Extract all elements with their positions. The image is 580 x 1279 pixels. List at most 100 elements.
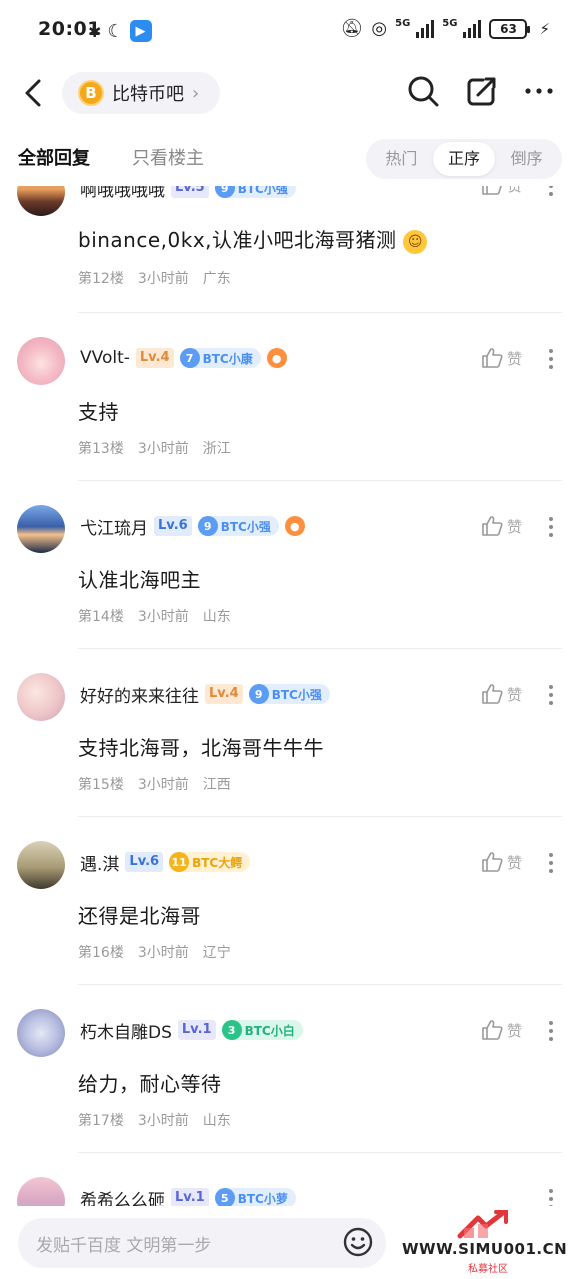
user-avatar[interactable] — [17, 673, 65, 721]
sort-segmented-control: 热门 正序 倒序 — [366, 139, 562, 179]
like-button[interactable]: 赞 — [481, 683, 522, 705]
like-button[interactable]: 赞 — [481, 851, 522, 873]
level-badge: Lv.6 — [154, 516, 192, 536]
level-badge: Lv.6 — [125, 852, 164, 872]
moon-icon: ☾ — [107, 20, 124, 42]
reply-location: 江西 — [202, 777, 231, 793]
reply-time: 3小时前 — [137, 271, 189, 287]
thumbs-up-icon — [482, 1020, 503, 1040]
username[interactable]: 希希么么砸 — [80, 1186, 165, 1207]
reply-time: 3小时前 — [137, 945, 189, 961]
reply-location: 浙江 — [202, 441, 231, 457]
level-badge: Lv.4 — [205, 684, 243, 704]
network-5g-label: 5G — [395, 18, 411, 29]
reply-meta: 第13楼 3小时前 浙江 — [78, 438, 231, 458]
tab-all-replies[interactable]: 全部回复 — [18, 144, 90, 170]
username[interactable]: 好好的来来往往 — [80, 682, 199, 707]
app-notification-icon: ▶ — [129, 20, 152, 42]
grin-emoji-icon: ☺ — [403, 229, 428, 254]
sort-descending-option[interactable]: 倒序 — [495, 142, 558, 176]
like-button[interactable]: 赞 — [481, 515, 522, 537]
reply-time: 3小时前 — [137, 777, 189, 793]
tab-op-only[interactable]: 只看楼主 — [132, 144, 204, 170]
reply-more-icon[interactable] — [546, 853, 556, 873]
charging-icon: ⚡︎ — [539, 19, 550, 38]
rank-badge: 5 BTC小萝 — [214, 1188, 296, 1206]
rank-badge: 3 BTC小白 — [221, 1020, 303, 1040]
status-left-icons: ✱ ☾ ▶ — [88, 20, 152, 42]
reply-time: 3小时前 — [137, 609, 189, 625]
floor-number: 第15楼 — [78, 777, 124, 793]
like-label: 赞 — [506, 517, 522, 536]
rank-badge: 11 BTC大鳄 — [169, 852, 251, 872]
like-label: 赞 — [506, 1021, 522, 1040]
user-avatar[interactable] — [17, 505, 65, 553]
thumbs-up-icon — [482, 684, 503, 704]
rank-badge: 9 BTC小强 — [214, 186, 296, 198]
forum-name: 比特币吧 — [112, 84, 184, 105]
username[interactable]: 弋江琉月 — [80, 514, 148, 539]
sort-ascending-option[interactable]: 正序 — [432, 142, 496, 176]
signal-icon-2 — [463, 19, 482, 38]
user-avatar[interactable] — [17, 841, 65, 889]
reply-more-icon[interactable] — [546, 349, 556, 369]
reply-more-icon[interactable] — [546, 186, 556, 196]
reply-item: 遇.淇 Lv.6 11 BTC大鳄 赞 还得是北海哥 第16楼 3小时前 辽宁 — [0, 817, 580, 985]
share-icon[interactable] — [466, 75, 498, 107]
status-right-icons: 🔕︎ ◎ 5G 5G 63 ⚡︎ — [341, 18, 550, 39]
reply-more-icon[interactable] — [546, 685, 556, 705]
reply-content: 给力，耐心等待 — [78, 1072, 222, 1096]
floor-number: 第17楼 — [78, 1113, 124, 1129]
like-button[interactable]: 赞 — [481, 186, 522, 196]
reply-item: 啊哦哦哦哦 Lv.5 9BTC小强 赞 binance,0kx,认准小吧北海哥猪… — [0, 186, 580, 313]
comment-input[interactable]: 发贴千百度 文明第一步 — [18, 1218, 386, 1268]
reply-content: 支持 — [78, 400, 119, 424]
floor-number: 第14楼 — [78, 609, 124, 625]
username[interactable]: 遇.淇 — [80, 850, 119, 875]
user-info-row: 遇.淇 Lv.6 11 BTC大鳄 — [80, 850, 251, 875]
search-icon[interactable] — [406, 74, 440, 108]
reply-meta: 第15楼 3小时前 江西 — [78, 774, 231, 794]
reply-content: 认准北海吧主 — [78, 568, 201, 592]
like-button[interactable]: 赞 — [481, 347, 522, 369]
sort-hot-option[interactable]: 热门 — [370, 142, 433, 176]
reply-time: 3小时前 — [137, 1113, 189, 1129]
thumbs-up-icon — [482, 852, 503, 872]
back-icon[interactable] — [22, 78, 46, 108]
reply-more-icon[interactable] — [546, 1021, 556, 1041]
reply-item: 好好的来来往往 Lv.4 9 BTC小强 赞 支持北海哥，北海哥牛牛牛 第15楼 … — [0, 649, 580, 817]
reply-meta: 第12楼 3小时前 广东 — [78, 268, 231, 288]
chevron-right-icon: › — [192, 82, 200, 104]
emoji-icon[interactable] — [342, 1226, 374, 1258]
user-avatar[interactable] — [17, 1009, 65, 1057]
user-avatar[interactable] — [17, 1177, 65, 1206]
like-label: 赞 — [506, 685, 522, 704]
thumbs-up-icon — [482, 516, 503, 536]
like-button[interactable]: 赞 — [481, 1019, 522, 1041]
user-avatar[interactable] — [17, 337, 65, 385]
username[interactable]: VVolt- — [80, 348, 130, 368]
reply-meta: 第17楼 3小时前 山东 — [78, 1110, 231, 1130]
user-info-row: 好好的来来往往 Lv.4 9 BTC小强 — [80, 682, 330, 707]
forum-entry-button[interactable]: B 比特币吧 › — [62, 72, 220, 114]
thumbs-up-icon — [482, 186, 502, 195]
reply-more-icon[interactable] — [546, 1189, 556, 1206]
level-badge: Lv.1 — [177, 1020, 216, 1040]
reply-location: 山东 — [202, 1113, 231, 1129]
reply-item: 希希么么砸 Lv.1 5 BTC小萝 — [0, 1153, 580, 1206]
watermark: WWW.SIMU001.CN 私募社区 — [398, 1210, 576, 1276]
like-label: 赞 — [506, 349, 522, 368]
user-avatar[interactable] — [17, 186, 65, 216]
floor-number: 第13楼 — [78, 441, 124, 457]
game-controller-icon: ● — [284, 516, 305, 536]
level-badge: Lv.4 — [135, 348, 174, 368]
username[interactable]: 啊哦哦哦哦 — [80, 186, 165, 201]
like-label: 赞 — [506, 853, 522, 872]
more-options-icon[interactable] — [524, 87, 554, 95]
reply-meta: 第14楼 3小时前 山东 — [78, 606, 231, 626]
reply-meta: 第16楼 3小时前 辽宁 — [78, 942, 231, 962]
user-info-row: VVolt- Lv.4 7 BTC小康 ● — [80, 346, 287, 370]
reply-content: 支持北海哥，北海哥牛牛牛 — [78, 736, 324, 760]
reply-more-icon[interactable] — [546, 517, 556, 537]
username[interactable]: 朽木自雕DS — [80, 1018, 172, 1043]
